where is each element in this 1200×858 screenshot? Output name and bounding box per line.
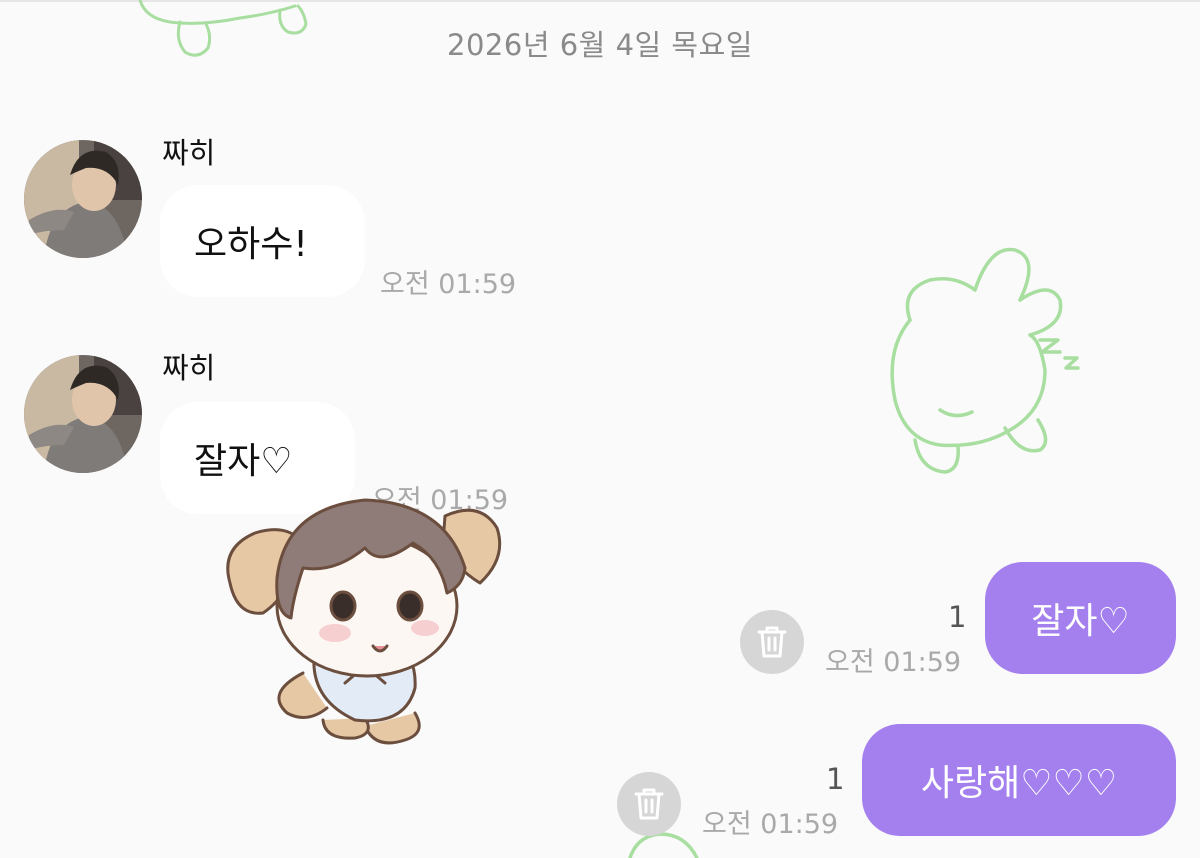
sender-name: 짜히 <box>162 136 216 170</box>
trash-icon <box>757 626 787 658</box>
profile-photo <box>24 140 142 258</box>
sleeping-bunny-doodle <box>890 247 1080 474</box>
unread-count: 1 <box>826 762 845 796</box>
message-time: 오전 01:59 <box>702 809 839 840</box>
profile-photo <box>24 355 142 473</box>
avatar[interactable] <box>24 355 142 473</box>
delete-message-button[interactable] <box>740 610 804 674</box>
incoming-message-bubble[interactable]: 오하수! <box>160 185 365 297</box>
message-time: 오전 01:59 <box>825 647 962 678</box>
message-time: 오전 01:59 <box>380 269 517 300</box>
puppy-sticker[interactable] <box>215 488 510 750</box>
trash-icon <box>634 788 664 820</box>
delete-message-button[interactable] <box>617 772 681 836</box>
date-header: 2026년 6월 4일 목요일 <box>447 28 753 62</box>
unread-count: 1 <box>948 600 967 634</box>
avatar[interactable] <box>24 140 142 258</box>
sender-name: 짜히 <box>162 351 216 385</box>
outgoing-message-bubble[interactable]: 사랑해♡♡♡ <box>862 724 1176 836</box>
outgoing-message-bubble[interactable]: 잘자♡ <box>985 562 1176 674</box>
